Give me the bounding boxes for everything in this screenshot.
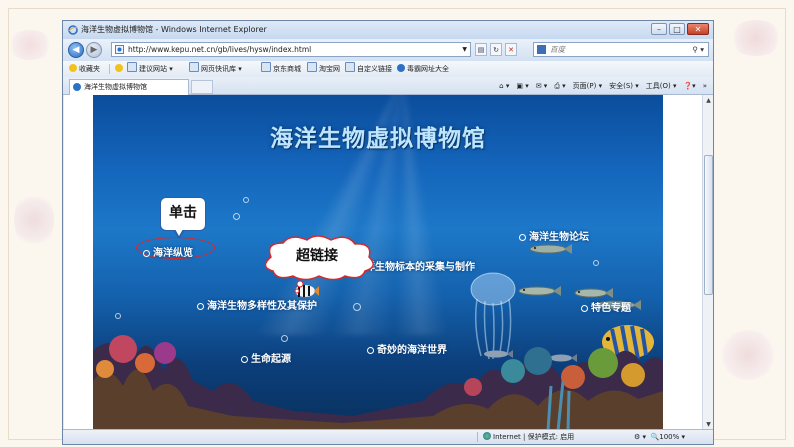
url-text: http://www.kepu.net.cn/gb/lives/hysw/ind… — [128, 45, 312, 54]
print-icon[interactable]: ⎙ ▾ — [554, 79, 565, 93]
callout-hyperlink: 超链接 — [257, 235, 377, 294]
address-tools: ▤ ↻ ✕ — [475, 43, 517, 56]
callout-hyperlink-text: 超链接 — [296, 248, 338, 264]
fav-item-duba[interactable]: 毒霸网址大全 — [397, 61, 449, 77]
zoom-icon: 🔍 — [650, 433, 660, 441]
feeds-icon[interactable]: ▣ ▾ — [516, 79, 528, 93]
address-bar: ◀ ▶ http://www.kepu.net.cn/gb/lives/hysw… — [63, 39, 713, 61]
mail-icon[interactable]: ✉ ▾ — [536, 79, 548, 93]
blossom-decoration — [718, 330, 778, 380]
link-diversity[interactable]: 海洋生物多样性及其保护 — [197, 297, 317, 312]
minimize-button[interactable]: – — [651, 23, 667, 35]
page-icon — [261, 62, 271, 72]
more-commands-icon[interactable]: » — [703, 79, 707, 93]
globe-icon — [483, 432, 491, 440]
safety-menu[interactable]: 安全(S) ▾ — [609, 79, 639, 93]
coral-reef-image — [93, 335, 663, 431]
callout-tail — [174, 229, 183, 236]
callout-click: 单击 — [160, 197, 206, 239]
tools-menu[interactable]: 工具(O) ▾ — [646, 79, 677, 93]
blossom-decoration — [14, 190, 54, 250]
page-viewport: 海洋生物虚拟博物馆 海洋纵览 海洋生物标本的采集与制作 海洋生物论坛 海洋生物多… — [64, 95, 713, 431]
blossom-decoration — [6, 30, 54, 60]
browser-window: 海洋生物虚拟博物馆 - Windows Internet Explorer – … — [62, 20, 714, 445]
fav-add-icon[interactable] — [115, 61, 125, 77]
bubble — [233, 213, 240, 220]
page-icon — [345, 62, 355, 72]
fish-image — [529, 244, 572, 254]
compatibility-icon[interactable]: ▤ — [475, 43, 487, 56]
vertical-scrollbar[interactable]: ▲ ▼ — [702, 95, 713, 431]
window-controls: – □ ✕ — [651, 23, 709, 35]
link-forum[interactable]: 海洋生物论坛 — [519, 228, 589, 243]
bubble-bullet-icon — [241, 356, 248, 363]
home-icon[interactable]: ⌂ ▾ — [499, 79, 509, 93]
help-icon[interactable]: ❓▾ — [683, 79, 695, 93]
page-icon — [307, 62, 317, 72]
site-title: 海洋生物虚拟博物馆 — [270, 126, 486, 152]
fav-item-taobao[interactable]: 淘宝网 — [307, 61, 340, 77]
back-button[interactable]: ◀ — [68, 42, 84, 58]
bubble-bullet-icon — [581, 305, 588, 312]
status-bar: Internet | 保护模式: 启用 ⚙ ▾ 🔍100% ▾ — [63, 429, 713, 444]
divider — [109, 64, 110, 74]
command-bar: ⌂ ▾ ▣ ▾ ✉ ▾ ⎙ ▾ 页面(P) ▾ 安全(S) ▾ 工具(O) ▾ … — [499, 79, 707, 93]
forward-button[interactable]: ▶ — [86, 42, 102, 58]
bubble — [593, 260, 599, 266]
page-icon — [189, 62, 199, 72]
fav-item-custom[interactable]: 自定义链接 — [345, 61, 392, 77]
ie-icon — [73, 83, 81, 91]
search-icon[interactable]: ⚲ ▾ — [692, 43, 704, 57]
tab-title: 海洋生物虚拟博物馆 — [84, 83, 147, 91]
close-button[interactable]: ✕ — [687, 23, 709, 35]
link-ocean-overview[interactable]: 海洋纵览 — [143, 244, 193, 259]
ocean-museum-site: 海洋生物虚拟博物馆 海洋纵览 海洋生物标本的采集与制作 海洋生物论坛 海洋生物多… — [93, 95, 663, 431]
scroll-thumb[interactable] — [704, 155, 713, 295]
chevron-down-icon[interactable]: ▼ — [462, 43, 467, 57]
bubble-bullet-icon — [197, 303, 204, 310]
tab-ocean-museum[interactable]: 海洋生物虚拟博物馆 — [69, 79, 189, 95]
bubble-bullet-icon — [143, 250, 150, 257]
page-menu[interactable]: 页面(P) ▾ — [573, 79, 602, 93]
scroll-up-icon[interactable]: ▲ — [704, 96, 713, 106]
link-special[interactable]: 特色专题 — [581, 299, 631, 314]
fav-item-suggested[interactable]: 建议网站 ▾ — [127, 61, 173, 77]
maximize-button[interactable]: □ — [669, 23, 685, 35]
star-icon — [69, 64, 77, 72]
tab-bar: 海洋生物虚拟博物馆 ⌂ ▾ ▣ ▾ ✉ ▾ ⎙ ▾ 页面(P) ▾ 安全(S) … — [63, 77, 713, 95]
bubble-bullet-icon — [367, 347, 374, 354]
blossom-decoration — [728, 20, 784, 56]
link-wonder[interactable]: 奇妙的海洋世界 — [367, 341, 447, 356]
search-engine-icon — [537, 45, 546, 54]
callout-click-text: 单击 — [169, 205, 197, 221]
refresh-icon[interactable]: ↻ — [490, 43, 502, 56]
url-input[interactable]: http://www.kepu.net.cn/gb/lives/hysw/ind… — [111, 42, 471, 57]
search-input[interactable]: 百度 ⚲ ▾ — [533, 42, 709, 57]
favorites-label: 收藏夹 — [79, 65, 100, 73]
window-title: 海洋生物虚拟博物馆 - Windows Internet Explorer — [81, 25, 267, 34]
search-placeholder: 百度 — [550, 45, 565, 54]
security-zone[interactable]: Internet | 保护模式: 启用 — [483, 430, 574, 444]
fav-item-webslice[interactable]: 网页快讯库 ▾ — [189, 61, 242, 77]
bubble-bullet-icon — [519, 234, 526, 241]
stop-icon[interactable]: ✕ — [505, 43, 517, 56]
favorites-button[interactable]: 收藏夹 — [69, 61, 100, 77]
new-tab-button[interactable] — [191, 80, 213, 94]
page-icon — [127, 62, 137, 72]
ie-logo-icon — [68, 25, 78, 35]
zoom-control[interactable]: ⚙ ▾ 🔍100% ▾ — [634, 430, 685, 444]
bubble — [243, 197, 249, 203]
page-icon — [115, 45, 124, 54]
favorites-bar: 收藏夹 建议网站 ▾ 网页快讯库 ▾ 京东商城 淘宝网 自定义链接 毒霸网址大全 — [63, 61, 713, 77]
ie-icon — [397, 64, 405, 72]
protected-icon[interactable]: ⚙ ▾ — [634, 433, 646, 441]
fav-item-jd[interactable]: 京东商城 — [261, 61, 301, 77]
title-bar: 海洋生物虚拟博物馆 - Windows Internet Explorer – … — [63, 21, 713, 39]
divider — [477, 432, 478, 442]
link-origin[interactable]: 生命起源 — [241, 350, 291, 365]
